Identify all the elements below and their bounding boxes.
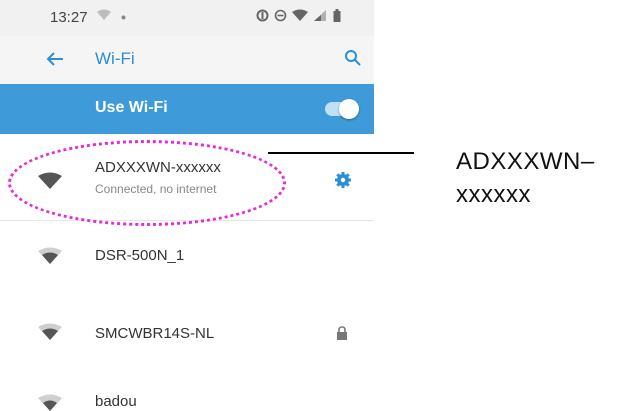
wifi-signal-icon (38, 247, 62, 264)
wifi-signal-icon (292, 9, 308, 21)
cell-signal-icon (314, 10, 326, 21)
search-icon[interactable] (344, 49, 362, 67)
toggle-knob (339, 99, 359, 119)
page-title: Wi-Fi (95, 49, 135, 68)
wifi-signal-icon (38, 323, 62, 340)
status-bar: 13:27 (0, 0, 374, 36)
dnd-icon (274, 9, 287, 22)
callout-label-line1: ADXXXWN– (456, 148, 595, 175)
callout-line (268, 152, 414, 154)
status-time: 13:27 (50, 9, 88, 26)
callout-label: ADXXXWN– xxxxxx (456, 145, 595, 211)
use-wifi-toggle[interactable] (325, 99, 359, 119)
use-wifi-switch-bar[interactable]: Use Wi-Fi (0, 84, 374, 134)
gear-icon[interactable] (334, 171, 352, 189)
data-saver-icon (256, 9, 269, 22)
lock-icon (337, 326, 347, 340)
network-item[interactable]: SMCWBR14S-NL (0, 287, 374, 353)
network-name: SMCWBR14S-NL (95, 325, 215, 342)
callout-label-line2: xxxxxx (456, 181, 531, 208)
network-item[interactable]: DSR-500N_1 (0, 221, 374, 287)
use-wifi-label: Use Wi-Fi (95, 99, 168, 116)
app-bar: Wi-Fi (0, 36, 374, 84)
network-name: DSR-500N_1 (95, 247, 185, 264)
network-name: badou (95, 393, 137, 410)
network-item[interactable]: badou (0, 353, 374, 411)
wifi-status-icon (97, 9, 111, 20)
dot-icon (121, 15, 126, 20)
battery-icon (333, 9, 341, 22)
wifi-signal-icon (38, 394, 62, 411)
back-arrow-icon[interactable] (46, 51, 64, 67)
connected-network-highlight (8, 140, 286, 226)
